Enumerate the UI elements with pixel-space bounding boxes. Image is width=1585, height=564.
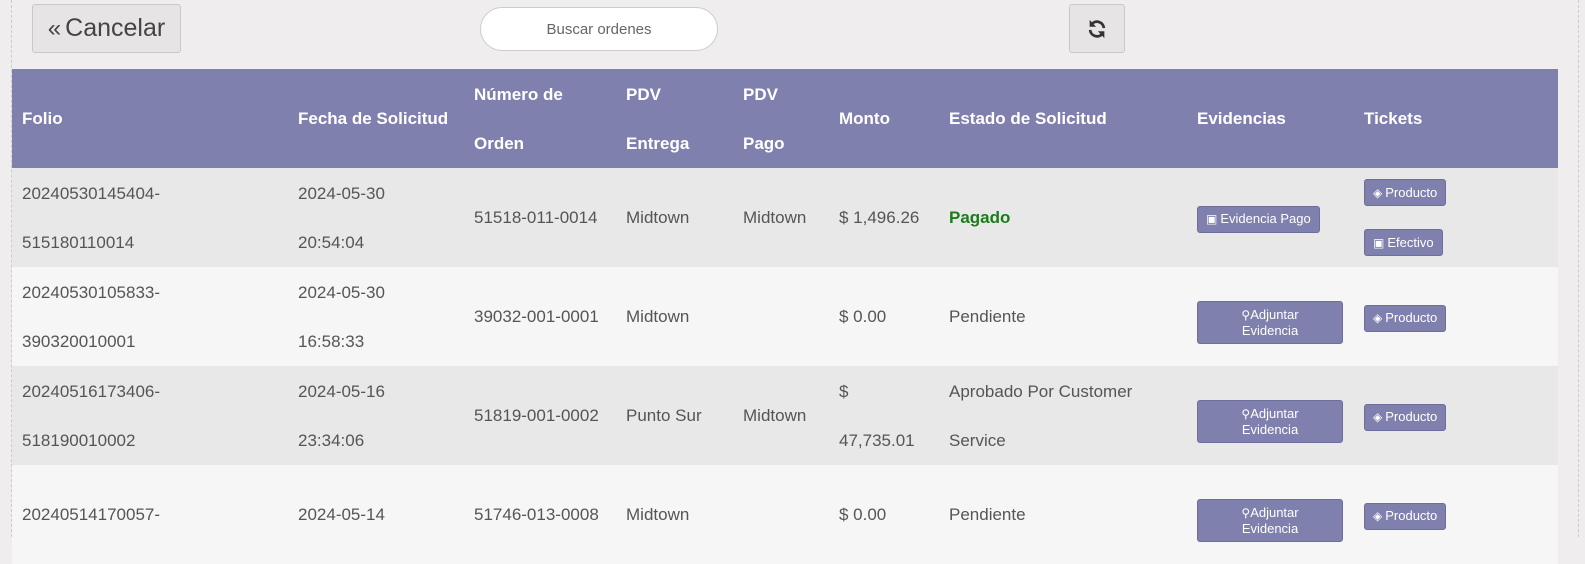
orders-table: Folio Fecha de Solicitud Número de Orden … [12, 69, 1558, 564]
page-border-right [1578, 0, 1579, 537]
money-icon: ▣ [1373, 235, 1385, 250]
cell-evidencias: ⚲Adjuntar Evidencia [1187, 267, 1354, 366]
table-row: 20240530145404- 515180110014 2024-05-30 20… [12, 168, 1558, 267]
cell-pdv-pago: Midtown [733, 168, 829, 267]
cell-numero-orden: 51746-013-0008 [464, 465, 616, 564]
cell-pdv-entrega: Midtown [616, 267, 733, 366]
header-fecha[interactable]: Fecha de Solicitud [288, 69, 464, 168]
refresh-icon [1088, 19, 1106, 38]
cell-estado: Pagado [939, 168, 1187, 267]
cell-fecha: 2024-05-30 20:54:04 [288, 168, 464, 267]
ticket-icon: ◈ [1373, 185, 1383, 200]
table-row: 20240516173406- 518190010002 2024-05-16 23… [12, 366, 1558, 465]
header-numero-orden[interactable]: Número de Orden [464, 69, 616, 168]
cell-monto: $ 1,496.26 [829, 168, 939, 267]
double-chevron-left-icon: « [47, 14, 62, 42]
ticket-icon: ◈ [1373, 509, 1383, 523]
cell-estado: Pendiente [939, 267, 1187, 366]
cell-fecha: 2024-05-16 23:34:06 [288, 366, 464, 465]
cell-folio: 20240530105833- 390320010001 [12, 267, 288, 366]
adjuntar-evidencia-button[interactable]: ⚲Adjuntar Evidencia [1197, 400, 1343, 444]
cell-folio: 20240514170057- [12, 465, 288, 564]
adjuntar-evidencia-button[interactable]: ⚲Adjuntar Evidencia [1197, 301, 1343, 345]
cell-monto: $ 0.00 [829, 465, 939, 564]
ticket-producto-button[interactable]: ◈ Producto [1364, 502, 1447, 530]
header-pdv-entrega[interactable]: PDV Entrega [616, 69, 733, 168]
paperclip-icon: ⚲ [1241, 307, 1251, 322]
cell-tickets: ◈ Producto [1354, 366, 1558, 465]
ticket-producto-button[interactable]: ◈ Producto [1364, 304, 1447, 332]
cell-pdv-entrega: Punto Sur [616, 366, 733, 465]
status-paid: Pagado [949, 208, 1011, 227]
cell-fecha: 2024-05-14 [288, 465, 464, 564]
header-folio[interactable]: Folio [12, 69, 288, 168]
cell-folio: 20240516173406- 518190010002 [12, 366, 288, 465]
cell-pdv-pago: Midtown [733, 366, 829, 465]
cell-numero-orden: 51819-001-0002 [464, 366, 616, 465]
cell-evidencias: ⚲Adjuntar Evidencia [1187, 366, 1354, 465]
cell-estado: Pendiente [939, 465, 1187, 564]
search-input[interactable] [480, 7, 718, 51]
cell-monto: $47,735.01 [829, 366, 939, 465]
refresh-button[interactable] [1069, 4, 1125, 53]
cell-monto: $ 0.00 [829, 267, 939, 366]
cell-estado: Aprobado Por Customer Service [939, 366, 1187, 465]
cell-numero-orden: 51518-011-0014 [464, 168, 616, 267]
ticket-icon: ◈ [1373, 410, 1383, 424]
header-estado[interactable]: Estado de Solicitud [939, 69, 1187, 168]
cell-pdv-entrega: Midtown [616, 465, 733, 564]
table-row: 20240530105833- 390320010001 2024-05-30 16… [12, 267, 1558, 366]
header-pdv-pago[interactable]: PDV Pago [733, 69, 829, 168]
cell-numero-orden: 39032-001-0001 [464, 267, 616, 366]
cell-pdv-entrega: Midtown [616, 168, 733, 267]
cell-folio: 20240530145404- 515180110014 [12, 168, 288, 267]
table-row: 20240514170057- 2024-05-14 51746-013-000… [12, 465, 1558, 564]
paperclip-icon: ⚲ [1241, 406, 1251, 421]
header-tickets[interactable]: Tickets [1354, 69, 1558, 168]
cell-fecha: 2024-05-30 16:58:33 [288, 267, 464, 366]
cancel-button-label: Cancelar [65, 14, 166, 42]
cell-pdv-pago [733, 465, 829, 564]
ticket-icon: ◈ [1373, 311, 1383, 325]
paperclip-icon: ⚲ [1241, 505, 1251, 520]
header-monto[interactable]: Monto [829, 69, 939, 168]
cell-tickets: ◈ Producto [1354, 267, 1558, 366]
cell-tickets: ◈ Producto ▣ Efectivo [1354, 168, 1558, 267]
ticket-producto-button[interactable]: ◈ Producto [1364, 403, 1447, 431]
ticket-efectivo-button[interactable]: ▣ Efectivo [1364, 229, 1443, 256]
cell-pdv-pago [733, 267, 829, 366]
money-icon: ▣ [1206, 212, 1218, 226]
cancel-button[interactable]: « Cancelar [32, 4, 181, 53]
cell-evidencias: ⚲Adjuntar Evidencia [1187, 465, 1354, 564]
adjuntar-evidencia-button[interactable]: ⚲Adjuntar Evidencia [1197, 499, 1343, 543]
table-header-row: Folio Fecha de Solicitud Número de Orden … [12, 69, 1558, 168]
cell-tickets: ◈ Producto [1354, 465, 1558, 564]
ticket-producto-button[interactable]: ◈ Producto [1364, 179, 1447, 206]
evidencia-pago-button[interactable]: ▣ Evidencia Pago [1197, 205, 1320, 233]
header-evidencias[interactable]: Evidencias [1187, 69, 1354, 168]
cell-evidencias: ▣ Evidencia Pago [1187, 168, 1354, 267]
